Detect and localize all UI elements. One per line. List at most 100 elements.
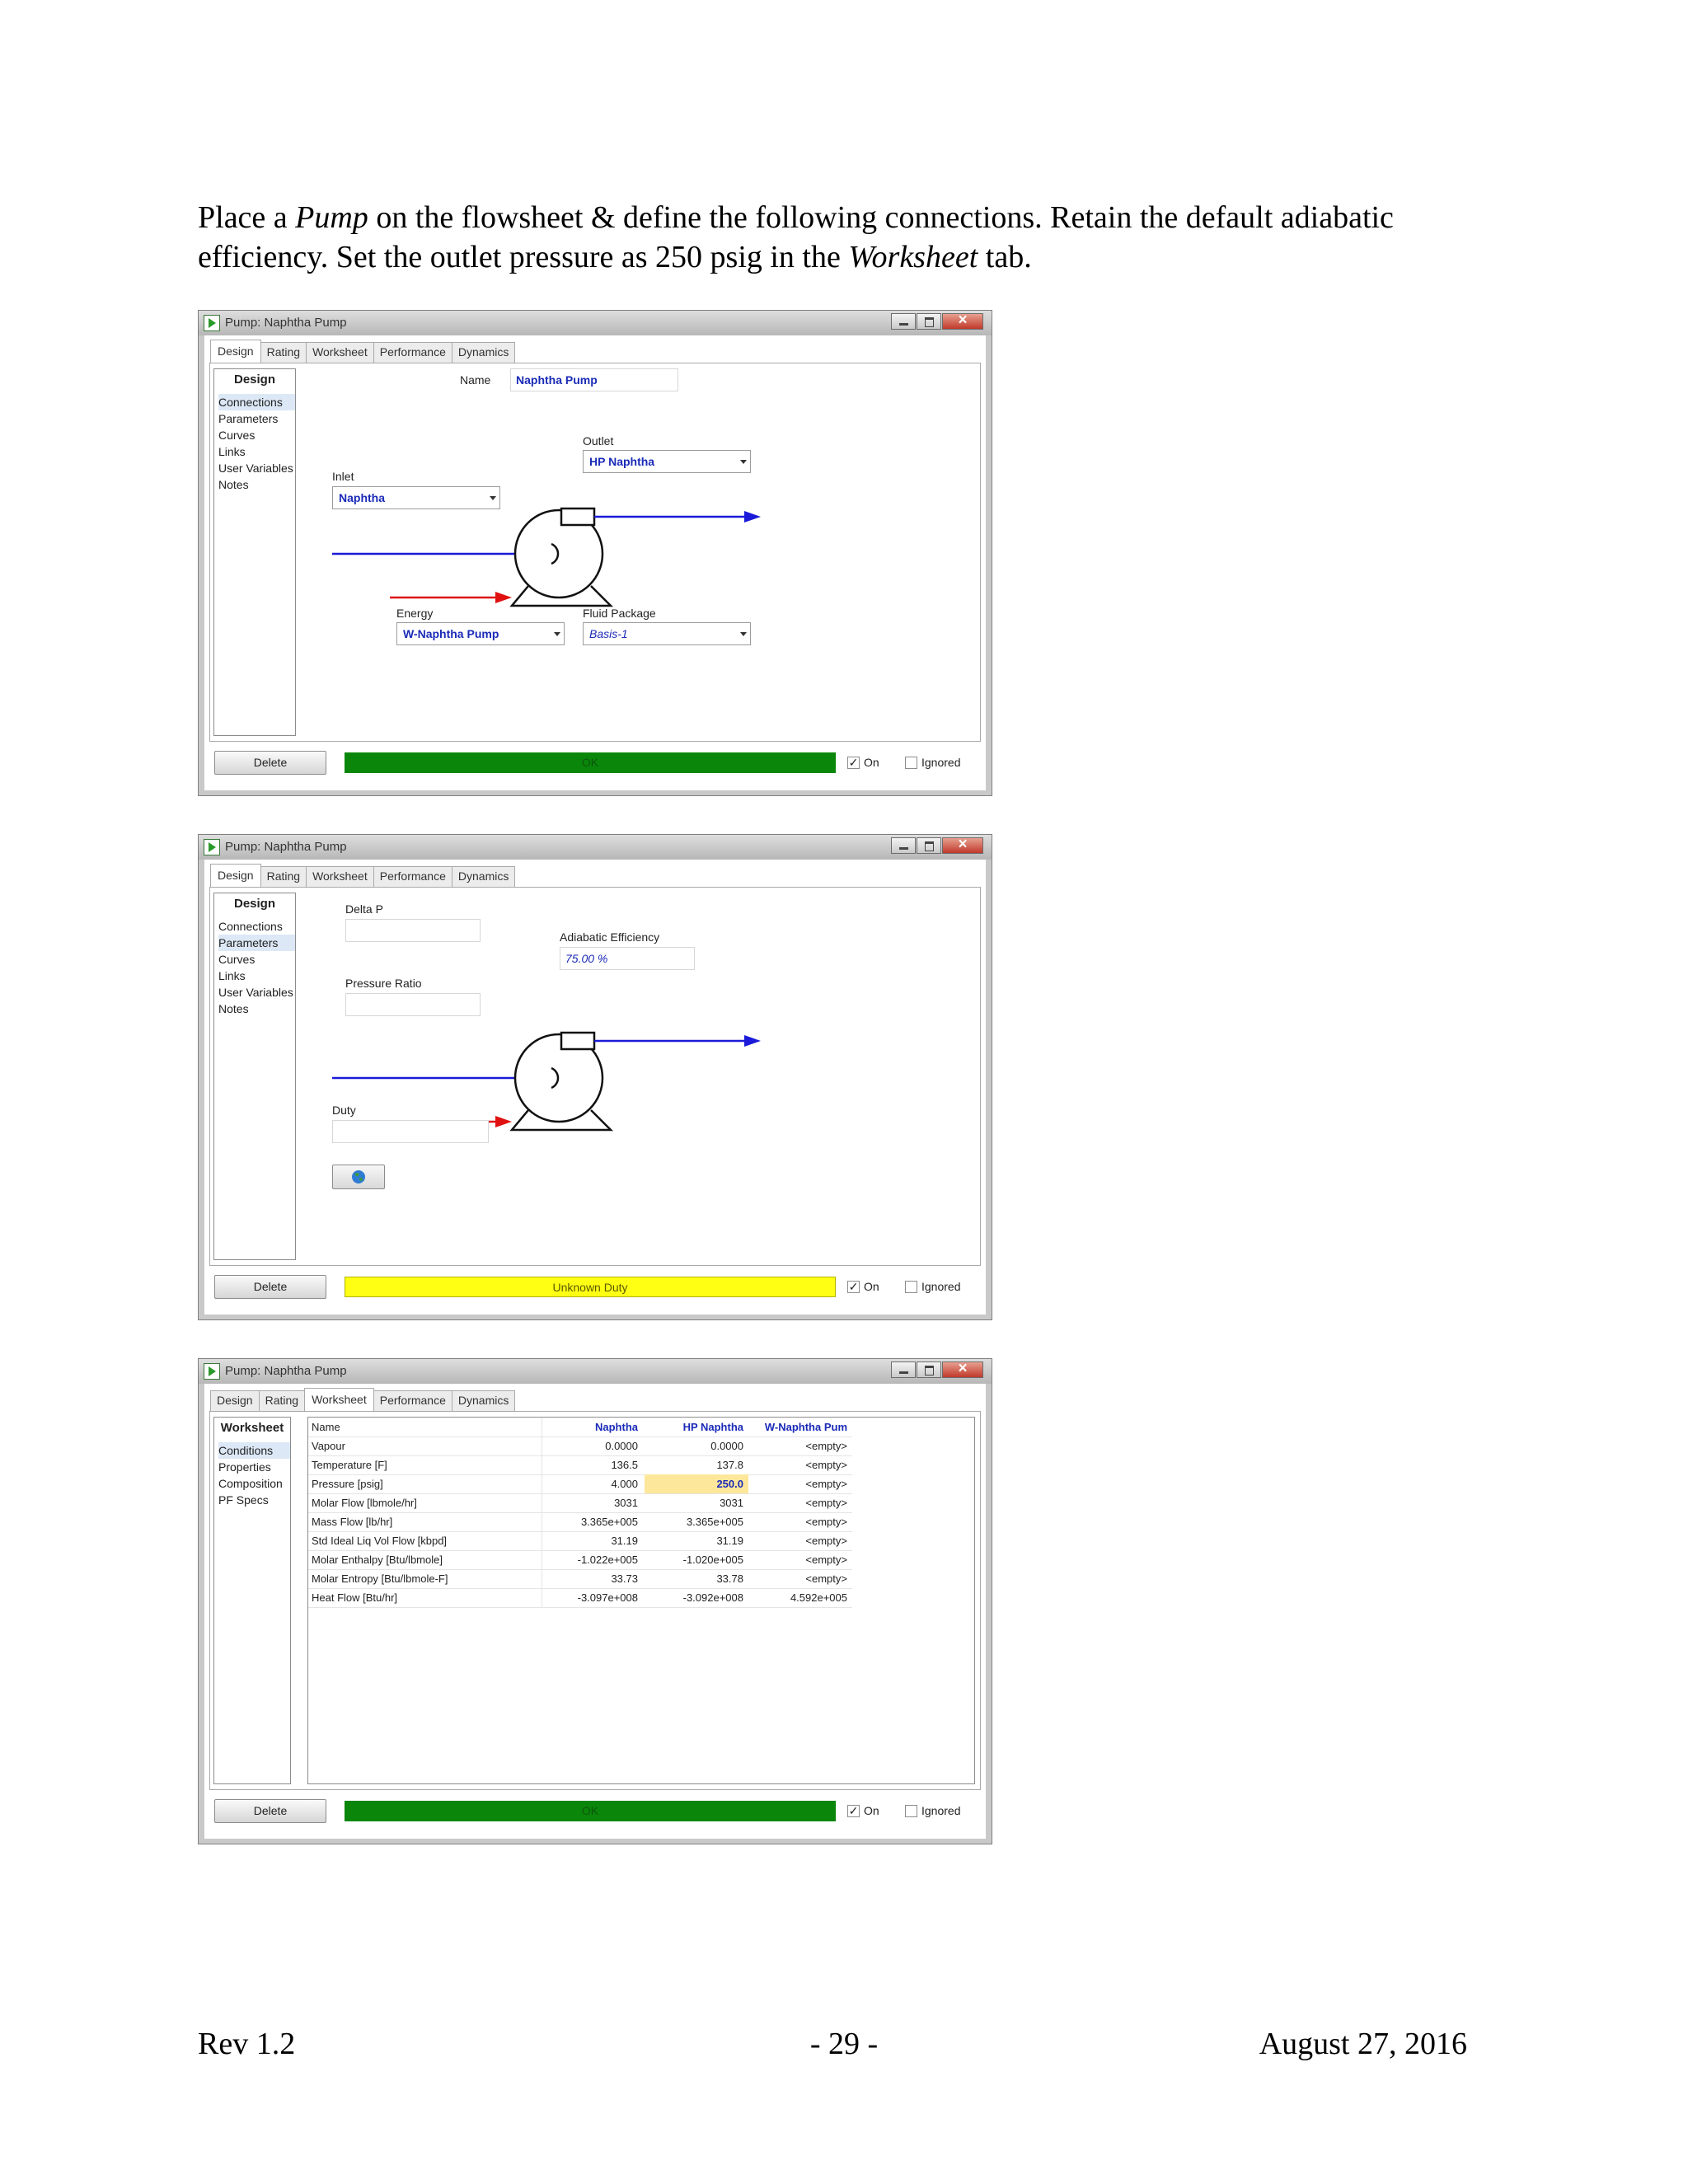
outlet-dropdown[interactable]: HP Naphtha (583, 450, 751, 473)
col-header-hp-naphtha[interactable]: HP Naphtha (645, 1418, 748, 1436)
tab-worksheet[interactable]: Worksheet (306, 342, 374, 363)
tab-performance[interactable]: Performance (373, 342, 452, 363)
cell-w-naphtha-pump[interactable]: <empty> (750, 1493, 852, 1512)
tab-rating[interactable]: Rating (258, 1390, 306, 1411)
cell-w-naphtha-pump[interactable]: <empty> (750, 1550, 852, 1569)
delete-button[interactable]: Delete (214, 1275, 326, 1299)
tab-design[interactable]: Design (210, 340, 261, 363)
cell-naphtha[interactable]: 31.19 (541, 1531, 643, 1550)
cell-hp-naphtha[interactable]: 31.19 (645, 1531, 748, 1550)
on-checkbox[interactable]: ✓ (847, 1281, 860, 1293)
inlet-label: Inlet (332, 470, 354, 483)
tab-dynamics[interactable]: Dynamics (451, 1390, 516, 1411)
cell-naphtha[interactable]: -3.097e+008 (541, 1588, 643, 1607)
cell-naphtha[interactable]: 3031 (541, 1493, 643, 1512)
duty-input[interactable] (332, 1120, 489, 1143)
tab-design[interactable]: Design (210, 1390, 260, 1411)
on-checkbox[interactable]: ✓ (847, 757, 860, 769)
tab-worksheet[interactable]: Worksheet (304, 1388, 374, 1411)
col-header-naphtha[interactable]: Naphtha (541, 1418, 643, 1436)
cell-hp-naphtha[interactable]: 33.78 (645, 1569, 748, 1588)
tab-design[interactable]: Design (210, 864, 261, 887)
tab-worksheet[interactable]: Worksheet (306, 866, 374, 887)
nav-item-parameters[interactable]: Parameters (218, 410, 295, 427)
tab-dynamics[interactable]: Dynamics (451, 866, 516, 887)
cell-naphtha[interactable]: 3.365e+005 (541, 1512, 643, 1531)
tab-rating[interactable]: Rating (260, 866, 307, 887)
cell-hp-naphtha[interactable]: 0.0000 (645, 1436, 748, 1455)
cell-naphtha[interactable]: 33.73 (541, 1569, 643, 1588)
cell-hp-naphtha[interactable]: 137.8 (645, 1455, 748, 1474)
maximize-button[interactable] (917, 837, 941, 854)
pressure-ratio-label: Pressure Ratio (345, 977, 422, 990)
tab-strip: Design Rating Worksheet Performance Dyna… (210, 340, 516, 363)
minimize-button[interactable] (891, 837, 916, 854)
nav-item-composition[interactable]: Composition (218, 1475, 290, 1492)
delete-button[interactable]: Delete (214, 1799, 326, 1823)
minimize-button[interactable] (891, 313, 916, 330)
table-row: Temperature [F] 136.5 137.8 <empty> (308, 1455, 852, 1475)
nav-item-notes[interactable]: Notes (218, 1001, 295, 1017)
cell-w-naphtha-pump[interactable]: <empty> (750, 1531, 852, 1550)
cell-w-naphtha-pump[interactable]: 4.592e+005 (750, 1588, 852, 1607)
nav-item-connections[interactable]: Connections (218, 394, 295, 410)
title-bar[interactable]: Pump: Naphtha Pump (199, 1359, 992, 1384)
minimize-button[interactable] (891, 1361, 916, 1378)
nav-item-properties[interactable]: Properties (218, 1459, 290, 1475)
nav-item-notes[interactable]: Notes (218, 476, 295, 493)
on-label: On (864, 1804, 879, 1817)
delta-p-label: Delta P (345, 902, 383, 916)
table-row: Pressure [psig] 4.000 250.0 <empty> (308, 1474, 852, 1494)
name-input[interactable]: Naphtha Pump (510, 368, 678, 391)
close-button[interactable] (942, 836, 983, 854)
col-header-w-naphtha-pump[interactable]: W-Naphtha Pum (750, 1418, 852, 1436)
ignored-checkbox[interactable] (905, 1281, 917, 1293)
table-row: Heat Flow [Btu/hr] -3.097e+008 -3.092e+0… (308, 1588, 852, 1608)
close-button[interactable] (942, 312, 983, 330)
cell-naphtha[interactable]: 4.000 (541, 1474, 643, 1493)
nav-item-links[interactable]: Links (218, 443, 295, 460)
adiabatic-efficiency-input[interactable]: 75.00 % (560, 947, 695, 970)
cell-w-naphtha-pump[interactable]: <empty> (750, 1512, 852, 1531)
cell-w-naphtha-pump[interactable]: <empty> (750, 1436, 852, 1455)
cell-naphtha[interactable]: -1.022e+005 (541, 1550, 643, 1569)
delta-p-input[interactable] (345, 919, 481, 942)
cell-w-naphtha-pump[interactable]: <empty> (750, 1474, 852, 1493)
nav-item-links[interactable]: Links (218, 968, 295, 984)
cell-hp-naphtha[interactable]: 3031 (645, 1493, 748, 1512)
nav-item-parameters[interactable]: Parameters (218, 935, 295, 951)
nav-item-conditions[interactable]: Conditions (218, 1442, 290, 1459)
cell-hp-naphtha[interactable]: -3.092e+008 (645, 1588, 748, 1607)
ignored-checkbox[interactable] (905, 1805, 917, 1817)
tab-dynamics[interactable]: Dynamics (451, 342, 516, 363)
maximize-button[interactable] (917, 313, 941, 330)
cell-w-naphtha-pump[interactable]: <empty> (750, 1569, 852, 1588)
chevron-down-icon (740, 632, 747, 636)
on-checkbox[interactable]: ✓ (847, 1805, 860, 1817)
close-button[interactable] (942, 1360, 983, 1378)
cell-hp-naphtha-pressure-input[interactable]: 250.0 (645, 1474, 748, 1493)
design-content-panel: Design Connections Parameters Curves Lin… (209, 363, 981, 742)
nav-item-user-variables[interactable]: User Variables (218, 460, 295, 476)
nav-item-connections[interactable]: Connections (218, 918, 295, 935)
fluid-package-dropdown[interactable]: Basis-1 (583, 622, 751, 645)
cell-hp-naphtha[interactable]: -1.020e+005 (645, 1550, 748, 1569)
nav-item-curves[interactable]: Curves (218, 951, 295, 968)
delete-button[interactable]: Delete (214, 751, 326, 775)
tab-rating[interactable]: Rating (260, 342, 307, 363)
tab-performance[interactable]: Performance (373, 866, 452, 887)
nav-item-pf-specs[interactable]: PF Specs (218, 1492, 290, 1508)
tab-performance[interactable]: Performance (373, 1390, 452, 1411)
cell-w-naphtha-pump[interactable]: <empty> (750, 1455, 852, 1474)
energy-dropdown[interactable]: W-Naphtha Pump (396, 622, 565, 645)
title-bar[interactable]: Pump: Naphtha Pump (199, 311, 992, 335)
duty-calc-button[interactable] (332, 1165, 385, 1189)
nav-item-curves[interactable]: Curves (218, 427, 295, 443)
nav-item-user-variables[interactable]: User Variables (218, 984, 295, 1001)
cell-naphtha[interactable]: 0.0000 (541, 1436, 643, 1455)
maximize-button[interactable] (917, 1361, 941, 1378)
ignored-checkbox[interactable] (905, 757, 917, 769)
cell-naphtha[interactable]: 136.5 (541, 1455, 643, 1474)
title-bar[interactable]: Pump: Naphtha Pump (199, 835, 992, 860)
cell-hp-naphtha[interactable]: 3.365e+005 (645, 1512, 748, 1531)
